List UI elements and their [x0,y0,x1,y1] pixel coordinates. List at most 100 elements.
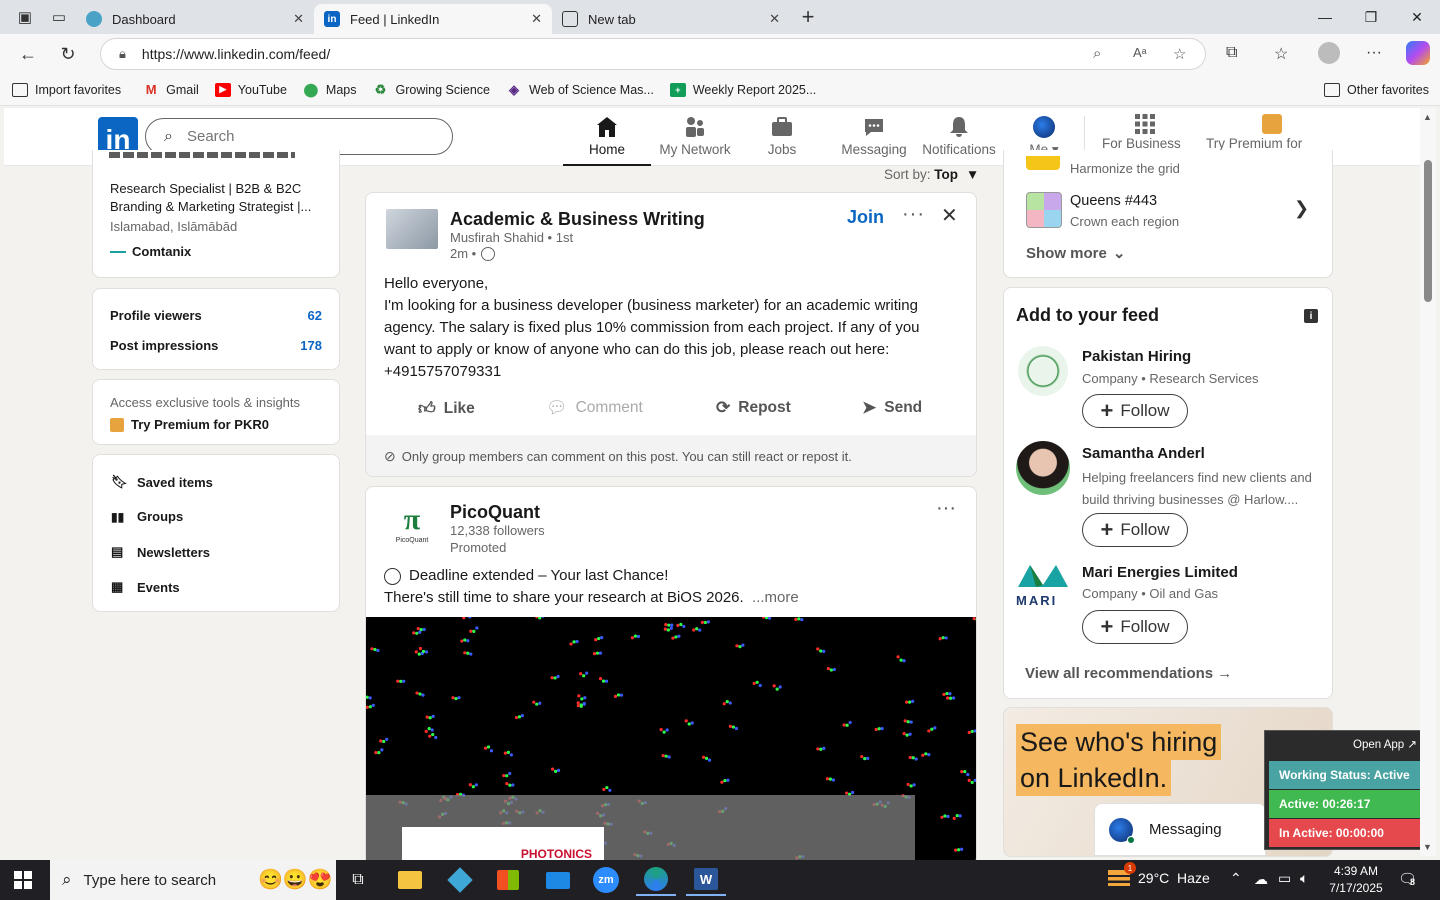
more-options-icon[interactable]: ··· [936,497,956,520]
follow-button[interactable]: + Follow [1082,610,1188,644]
close-icon[interactable]: ✕ [531,11,542,27]
repost-button[interactable]: ⟳ Repost [716,398,791,418]
profile-avatar-icon[interactable] [1318,42,1340,64]
tab-actions-icon[interactable]: ▭ [42,0,76,34]
company-name[interactable]: PicoQuant [450,502,540,523]
rec-mari-logo[interactable]: MARI [1016,561,1070,609]
maximize-icon[interactable]: ❐ [1348,0,1394,34]
favorite-star-icon[interactable]: ☆ [1173,45,1186,63]
page-scrollbar[interactable]: ▲ ▼ [1420,108,1436,856]
open-app-button[interactable]: Open App ↗ [1353,737,1417,751]
queens-title[interactable]: Queens #443 [1070,193,1157,209]
fav-growing-science[interactable]: ♻ Growing Science [373,82,490,97]
fav-maps[interactable]: ⬤ Maps [303,82,357,97]
fav-import[interactable]: Import favorites [12,82,121,97]
stat-profile-viewers[interactable]: Profile viewers 62 [110,308,322,323]
zoom-icon[interactable]: ⌕ [1093,45,1101,62]
workspaces-icon[interactable]: ▣ [8,0,42,34]
show-more-button[interactable]: Show more ⌄ [1026,244,1125,263]
mail-icon[interactable] [538,864,578,896]
windows-start-icon[interactable] [14,871,32,889]
profile-company[interactable]: Comtanix [110,244,191,259]
group-name[interactable]: Academic & Business Writing [450,209,705,230]
fav-web-of-science[interactable]: ◈ Web of Science Mas... [506,82,654,97]
fav-other[interactable]: Other favorites [1324,82,1429,97]
queens-game-icon[interactable] [1026,192,1062,228]
join-button[interactable]: Join [847,207,884,228]
back-icon[interactable]: ← [8,34,48,74]
promoted-image[interactable]: PHOTONICS [366,617,976,865]
nav-messaging[interactable]: Messaging [834,112,914,166]
url-text[interactable]: https://www.linkedin.com/feed/ [142,46,330,62]
notification-center-icon[interactable]: 🗨︎ 8 [1398,870,1417,888]
tab-new-tab[interactable]: New tab ✕ [552,4,790,34]
scroll-down-arrow-icon[interactable]: ▼ [1423,842,1432,852]
link-newsletters[interactable]: ▤ Newsletters [111,544,210,560]
nav-notifications[interactable]: Notifications [916,112,1002,166]
clock[interactable]: 4:39 AM 7/17/2025 [1326,863,1386,897]
window-close-icon[interactable]: ✕ [1394,0,1440,34]
new-tab-button[interactable]: + [790,4,826,30]
close-icon[interactable]: ✕ [769,11,780,27]
link-saved-items[interactable]: 🔖︎ Saved items [111,474,213,490]
rec-name[interactable]: Mari Energies Limited [1082,564,1238,581]
lock-icon[interactable]: 🔒︎ [119,46,126,62]
dismiss-post-icon[interactable]: ✕ [941,203,958,228]
refresh-icon[interactable]: ↻ [48,34,88,74]
app-icon-blue-diamond[interactable] [440,864,480,896]
nav-home[interactable]: Home [563,112,651,166]
info-icon[interactable]: i [1304,309,1318,323]
post-author[interactable]: Musfirah Shahid • 1st [450,230,573,245]
see-more-link[interactable]: ...more [752,589,799,606]
show-hidden-icons-icon[interactable]: ⌃ [1230,870,1242,887]
copilot-icon[interactable] [1406,41,1430,65]
messaging-minibar[interactable]: Messaging [1094,803,1266,856]
address-bar[interactable]: 🔒︎ https://www.linkedin.com/feed/ ⌕ Aᵃ ☆ [100,38,1206,70]
rec-pakistan-hiring-logo[interactable] [1018,346,1068,396]
word-icon[interactable]: W [686,864,726,896]
tab-linkedin-feed[interactable]: in Feed | LinkedIn ✕ [314,4,552,34]
scroll-thumb[interactable] [1424,160,1432,302]
file-explorer-icon[interactable] [390,864,430,896]
fav-youtube[interactable]: ▶ YouTube [214,82,287,97]
follow-button[interactable]: + Follow [1082,513,1188,547]
follow-button[interactable]: + Follow [1082,394,1188,428]
more-options-icon[interactable]: ··· [902,203,925,226]
task-view-icon[interactable]: ⧉ [338,864,378,896]
nav-my-network[interactable]: My Network [654,112,736,166]
tab-dashboard[interactable]: Dashboard ✕ [76,4,314,34]
stat-post-impressions[interactable]: Post impressions 178 [110,338,322,353]
scroll-up-arrow-icon[interactable]: ▲ [1423,112,1432,122]
rec-name[interactable]: Pakistan Hiring [1082,348,1191,365]
edge-browser-icon[interactable] [636,864,676,896]
taskbar-search[interactable]: ⌕ Type here to search 😊😀😍 [50,860,336,900]
volume-icon[interactable]: 🔈︎ [1300,870,1308,887]
like-button[interactable]: 👍︎ Like [418,398,475,419]
fav-gmail[interactable]: M Gmail [143,82,199,97]
close-icon[interactable]: ✕ [293,11,304,27]
read-aloud-icon[interactable]: Aᵃ [1133,45,1147,60]
nav-jobs[interactable]: Jobs [752,112,812,166]
picoquant-logo[interactable]: π PicoQuant [388,503,436,551]
favorites-icon[interactable]: ☆ [1274,44,1288,64]
premium-card[interactable]: Access exclusive tools & insights Try Pr… [92,379,340,445]
extensions-icon[interactable]: ⧉ [1226,44,1237,62]
link-events[interactable]: ▦ Events [111,579,180,595]
network-icon[interactable]: ▭ [1278,870,1291,887]
rec-samantha-avatar[interactable] [1016,441,1070,495]
search-input[interactable] [186,128,407,145]
onedrive-icon[interactable]: ☁ [1254,871,1268,888]
zoom-app-icon[interactable]: zm [586,864,626,896]
rec-name[interactable]: Samantha Anderl [1082,445,1205,462]
microsoft-store-icon[interactable] [488,864,528,896]
premium-link[interactable]: Try Premium for PKR0 [110,417,269,432]
view-all-recommendations-link[interactable]: View all recommendations → [1025,665,1232,682]
minimize-icon[interactable]: — [1302,0,1348,34]
weather-widget[interactable]: 1 29°C Haze [1108,862,1210,886]
sort-by[interactable]: Sort by: Top ▼ [884,167,979,182]
group-logo[interactable] [386,209,438,249]
chevron-right-icon[interactable]: ❯ [1294,198,1309,219]
send-button[interactable]: ➤ Send [862,398,922,418]
more-options-icon[interactable]: ··· [1366,44,1382,62]
fav-weekly-report[interactable]: + Weekly Report 2025... [669,82,816,97]
